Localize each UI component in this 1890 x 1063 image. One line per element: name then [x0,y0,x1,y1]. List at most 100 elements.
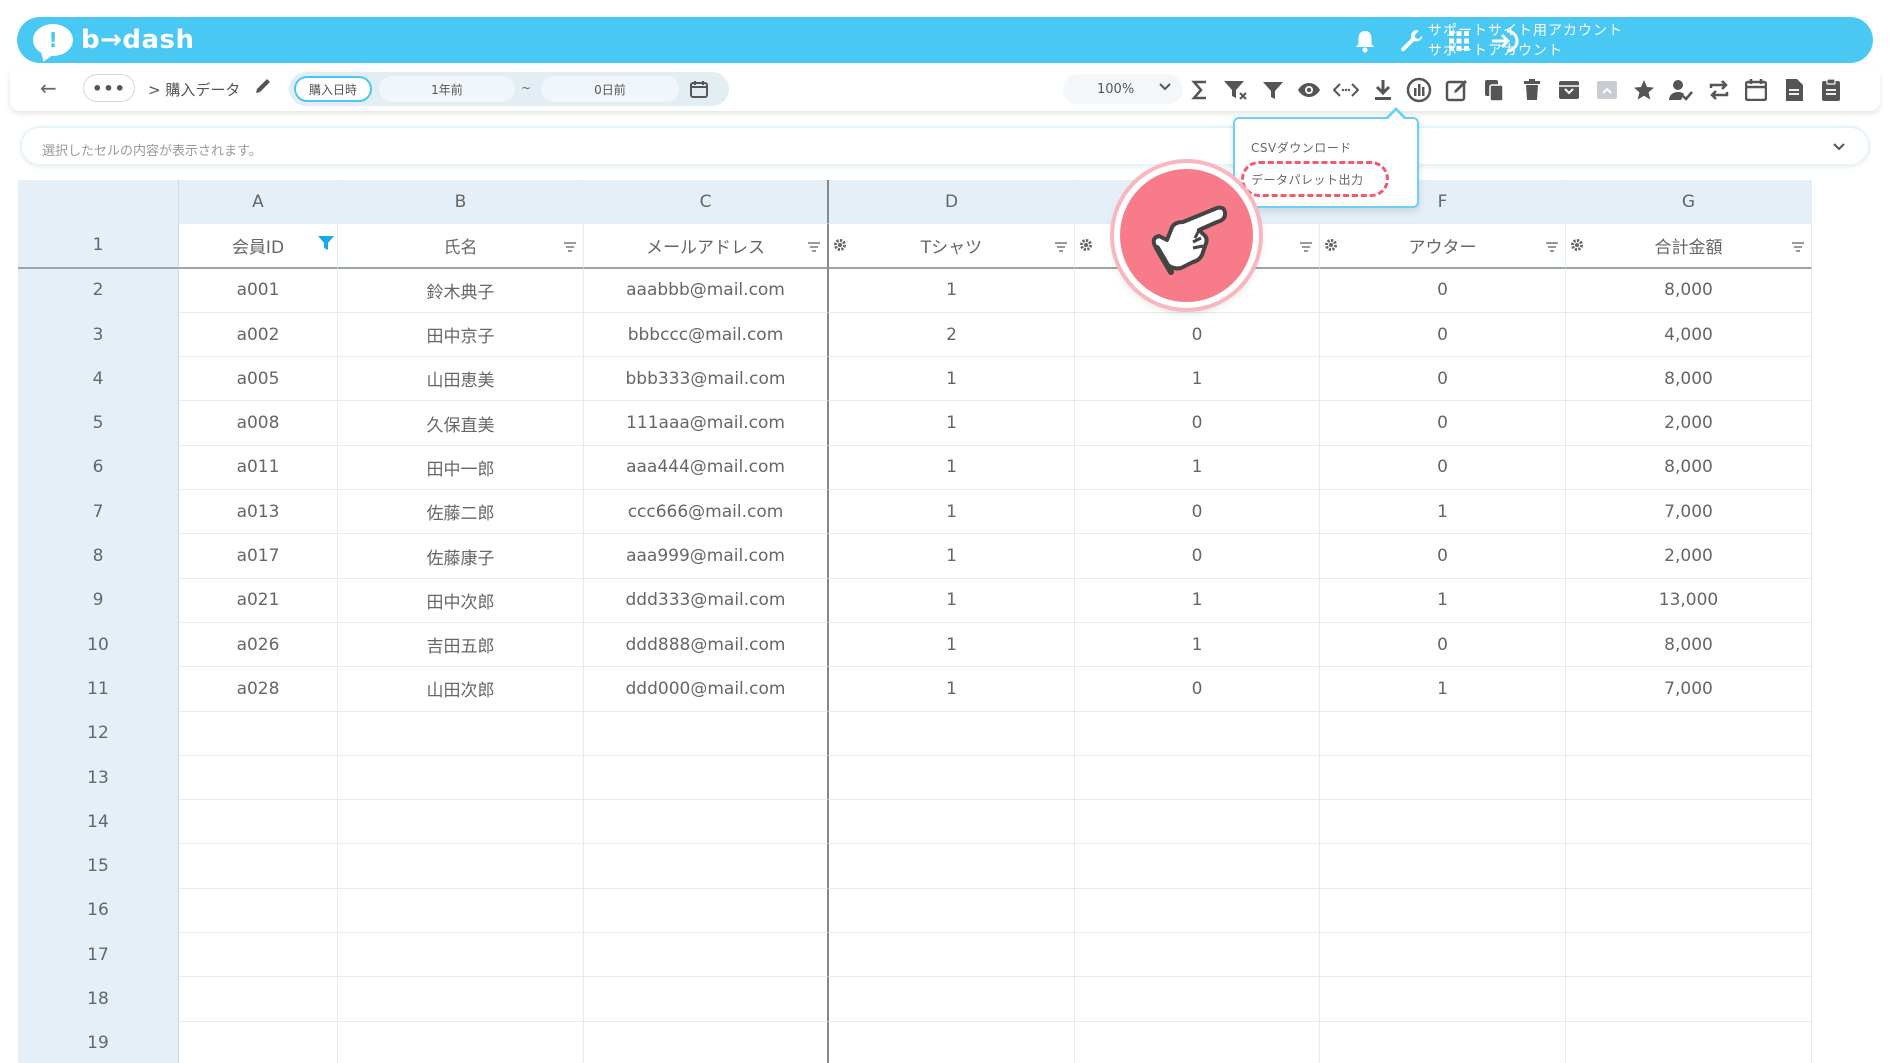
row-number[interactable]: 11 [18,667,179,712]
row-number[interactable]: 16 [18,888,179,934]
sort-filter-icon[interactable] [1054,238,1068,258]
active-filter-icon[interactable] [317,234,335,257]
table-cell[interactable]: 田中一郎 [338,445,584,491]
table-cell[interactable] [1566,800,1812,845]
field-header-total[interactable]: 合計金額 [1566,224,1812,269]
table-cell[interactable] [338,711,584,756]
table-cell[interactable] [1320,933,1566,978]
table-cell[interactable] [1075,888,1320,934]
filter-icon[interactable] [1260,77,1286,103]
table-cell[interactable] [1320,844,1566,889]
table-cell[interactable]: a021 [179,578,338,623]
zoom-select[interactable]: 100% [1063,74,1183,104]
table-cell[interactable]: 0 [1320,357,1566,402]
table-cell[interactable] [1075,844,1320,889]
logout-icon[interactable] [1490,26,1520,56]
sum-icon[interactable] [1187,77,1213,103]
table-cell[interactable]: a002 [179,312,338,358]
table-cell[interactable] [829,977,1075,1022]
table-cell[interactable]: 0 [1320,268,1566,313]
table-cell[interactable] [1320,888,1566,934]
table-cell[interactable] [338,1021,584,1063]
table-cell[interactable]: 7,000 [1566,667,1812,712]
trash-icon[interactable] [1519,77,1545,103]
table-cell[interactable] [584,933,829,978]
table-cell[interactable] [179,800,338,845]
table-cell[interactable]: 山田恵美 [338,357,584,402]
table-cell[interactable]: aaabbb@mail.com [584,268,829,313]
table-cell[interactable]: 111aaa@mail.com [584,401,829,446]
user-check-icon[interactable] [1668,77,1694,103]
edit-name-icon[interactable] [254,77,272,99]
table-cell[interactable]: 1 [829,490,1075,535]
clipboard-icon[interactable] [1818,77,1844,103]
row-number[interactable]: 8 [18,534,179,579]
table-cell[interactable] [1075,933,1320,978]
corner-cell[interactable] [18,180,179,224]
table-cell[interactable]: 1 [829,357,1075,402]
table-cell[interactable] [338,844,584,889]
table-cell[interactable] [1075,755,1320,801]
back-button[interactable]: ← [40,76,57,100]
column-letter[interactable]: A [179,180,338,224]
table-cell[interactable]: 0 [1075,667,1320,712]
table-cell[interactable] [584,888,829,934]
gear-icon[interactable] [1570,237,1584,257]
table-cell[interactable]: 0 [1320,622,1566,668]
table-cell[interactable] [829,755,1075,801]
table-cell[interactable] [584,711,829,756]
code-icon[interactable] [1333,77,1359,103]
table-cell[interactable]: 1 [1320,667,1566,712]
table-cell[interactable]: 1 [1075,357,1320,402]
menu-item-csv-download[interactable]: CSVダウンロード [1251,139,1352,156]
table-cell[interactable] [829,933,1075,978]
table-cell[interactable]: 佐藤二郎 [338,490,584,535]
row-number[interactable]: 18 [18,977,179,1022]
table-cell[interactable] [338,800,584,845]
table-cell[interactable]: 13,000 [1566,578,1812,623]
apps-grid-icon[interactable] [1444,26,1474,56]
gear-icon[interactable] [833,237,847,257]
table-cell[interactable]: bbbccc@mail.com [584,312,829,358]
table-cell[interactable] [338,977,584,1022]
table-cell[interactable] [179,977,338,1022]
column-letter[interactable]: G [1566,180,1812,224]
sort-filter-icon[interactable] [563,238,577,258]
table-cell[interactable]: 8,000 [1566,268,1812,313]
table-cell[interactable]: a028 [179,667,338,712]
row-number[interactable]: 2 [18,268,179,313]
table-cell[interactable]: 0 [1075,312,1320,358]
field-header-tshirt[interactable]: Tシャツ [829,224,1075,269]
row-number[interactable]: 17 [18,933,179,978]
edit-sheet-icon[interactable] [1444,77,1470,103]
table-cell[interactable] [1320,755,1566,801]
table-cell[interactable] [829,800,1075,845]
table-cell[interactable] [179,1021,338,1063]
table-cell[interactable]: 1 [829,268,1075,313]
table-cell[interactable]: 8,000 [1566,445,1812,491]
table-cell[interactable]: aaa999@mail.com [584,534,829,579]
table-cell[interactable]: 0 [1075,401,1320,446]
bell-icon[interactable] [1350,26,1380,56]
table-cell[interactable] [829,844,1075,889]
table-cell[interactable]: a001 [179,268,338,313]
table-cell[interactable] [1075,800,1320,845]
table-cell[interactable] [338,933,584,978]
sort-filter-icon[interactable] [1791,238,1805,258]
logo[interactable]: ! b→dash [33,24,195,56]
table-cell[interactable]: a026 [179,622,338,668]
row-number[interactable]: 9 [18,578,179,623]
column-letter[interactable]: B [338,180,584,224]
field-header-name[interactable]: 氏名 [338,224,584,269]
table-cell[interactable] [338,755,584,801]
table-cell[interactable]: 1 [829,445,1075,491]
wrench-icon[interactable] [1397,26,1427,56]
table-cell[interactable]: ddd333@mail.com [584,578,829,623]
cell-content-bar[interactable]: 選択したセルの内容が表示されます。 [20,126,1870,166]
download-icon[interactable] [1370,77,1396,103]
table-cell[interactable]: 0 [1075,534,1320,579]
menu-item-data-palette-export[interactable]: データパレット出力 [1251,171,1364,188]
table-cell[interactable]: bbb333@mail.com [584,357,829,402]
table-cell[interactable]: 7,000 [1566,490,1812,535]
table-cell[interactable]: 1 [829,622,1075,668]
